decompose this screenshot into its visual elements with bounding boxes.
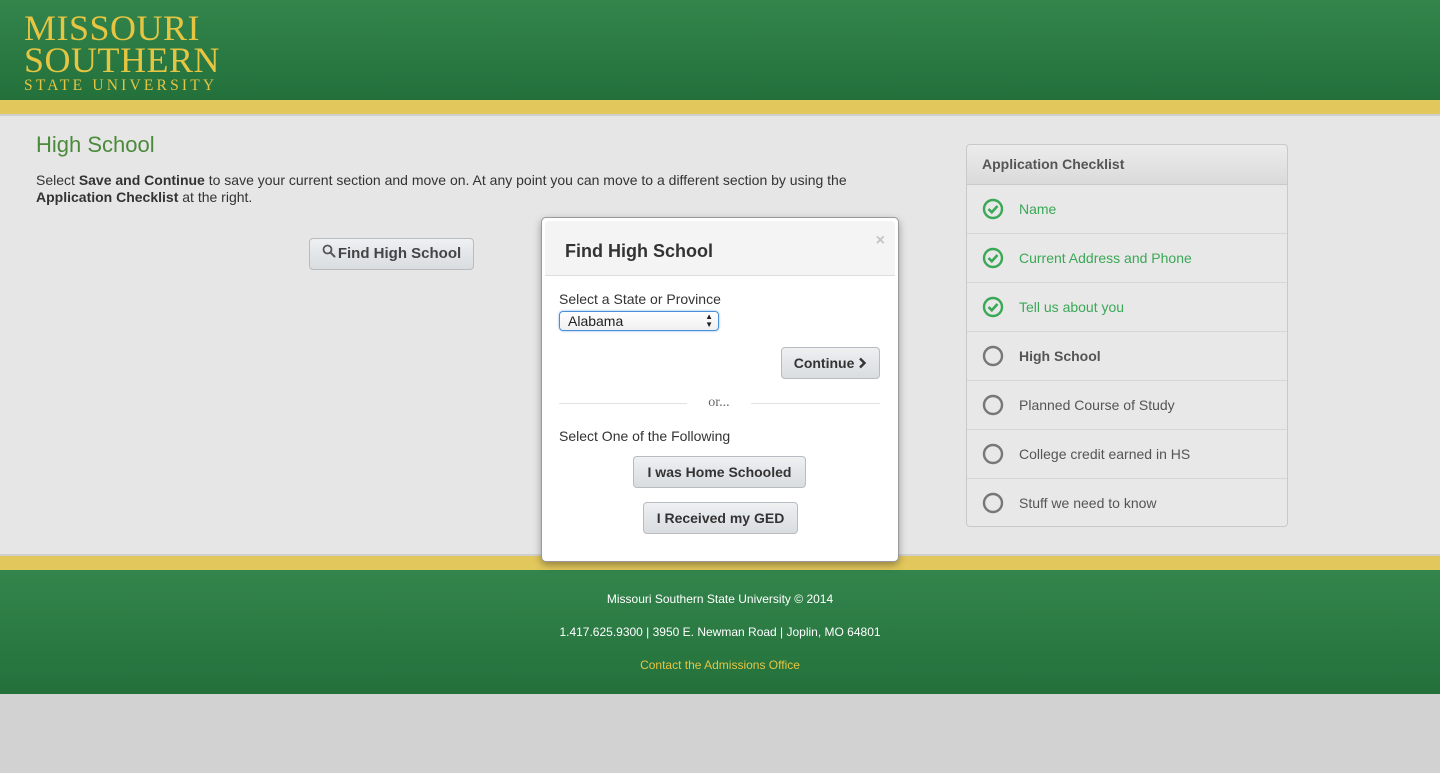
checklist-item-planned-course-of-study[interactable]: Planned Course of Study [967,381,1287,430]
checklist-item-college-credit-earned-in-hs[interactable]: College credit earned in HS [967,430,1287,479]
intro-text: Select Save and Continue to save your cu… [36,172,916,206]
select-option-label: Select One of the Following [559,428,731,444]
state-select-value: Alabama [568,313,624,329]
search-icon [322,239,336,269]
footer-contact-info: 1.417.625.9300 | 3950 E. Newman Road | J… [559,625,881,639]
modal-header: Find High School × [545,221,895,276]
university-logo[interactable]: MISSOURI SOUTHERN STATE UNIVERSITY [24,10,220,94]
checklist-item-high-school[interactable]: High School [967,332,1287,381]
site-footer: Missouri Southern State University © 201… [0,570,1440,694]
checklist-items: Name Current Address and Phone Tell us abo… [967,185,1287,527]
intro-text-part: to save your current section and move on… [204,172,847,188]
empty-circle-icon [982,443,1004,465]
find-high-school-button[interactable]: Find High School [309,238,474,270]
checklist-item-label: High School [1019,348,1101,364]
check-circle-icon [982,198,1004,220]
continue-button[interactable]: Continue [781,347,880,379]
chevron-right-icon [858,355,867,371]
header-gold-stripe [0,100,1440,116]
checklist-item-current-address-and-phone[interactable]: Current Address and Phone [967,234,1287,283]
checklist-item-label: Tell us about you [1019,299,1125,315]
footer-copyright: Missouri Southern State University © 201… [606,592,834,606]
checklist-item-label: College credit earned in HS [1019,446,1191,462]
check-circle-icon [982,247,1004,269]
home-schooled-button[interactable]: I was Home Schooled [633,456,806,488]
close-icon[interactable]: × [876,232,885,250]
received-ged-button[interactable]: I Received my GED [643,502,798,534]
intro-bold-checklist: Application Checklist [36,189,179,205]
find-high-school-modal: Find High School × Select a State or Pro… [541,217,899,562]
intro-text-part: at the right. [178,189,253,205]
continue-label: Continue [793,355,855,371]
contact-admissions-link[interactable]: Contact the Admissions Office [0,658,1440,672]
checklist-item-label: Name [1019,201,1057,217]
or-separator: or... [687,395,751,411]
modal-title: Find High School [565,241,713,261]
site-header: MISSOURI SOUTHERN STATE UNIVERSITY [0,0,1440,100]
checklist-item-label: Planned Course of Study [1019,397,1175,413]
intro-text-part: Select [36,172,79,188]
empty-circle-icon [982,345,1004,367]
checklist-item-stuff-we-need-to-know[interactable]: Stuff we need to know [967,479,1287,527]
checklist-item-name[interactable]: Name [967,185,1287,234]
checklist-item-tell-us-about-you[interactable]: Tell us about you [967,283,1287,332]
logo-line-3: STATE UNIVERSITY [24,77,218,94]
check-circle-icon [982,296,1004,318]
empty-circle-icon [982,492,1004,514]
state-select-label: Select a State or Province [559,291,721,307]
intro-bold-save: Save and Continue [78,172,205,188]
page-title: High School [36,132,155,157]
checklist-item-label: Stuff we need to know [1019,495,1157,511]
logo-line-2: SOUTHERN [24,40,221,80]
select-arrows-icon: ▲ ▼ [705,312,713,329]
checklist-item-label: Current Address and Phone [1019,250,1192,266]
find-high-school-label: Find High School [337,245,462,262]
application-checklist: Application Checklist Name Current Addres… [966,144,1288,527]
empty-circle-icon [982,394,1004,416]
checklist-title: Application Checklist [967,145,1287,185]
state-select[interactable]: Alabama ▲ ▼ [559,311,719,331]
